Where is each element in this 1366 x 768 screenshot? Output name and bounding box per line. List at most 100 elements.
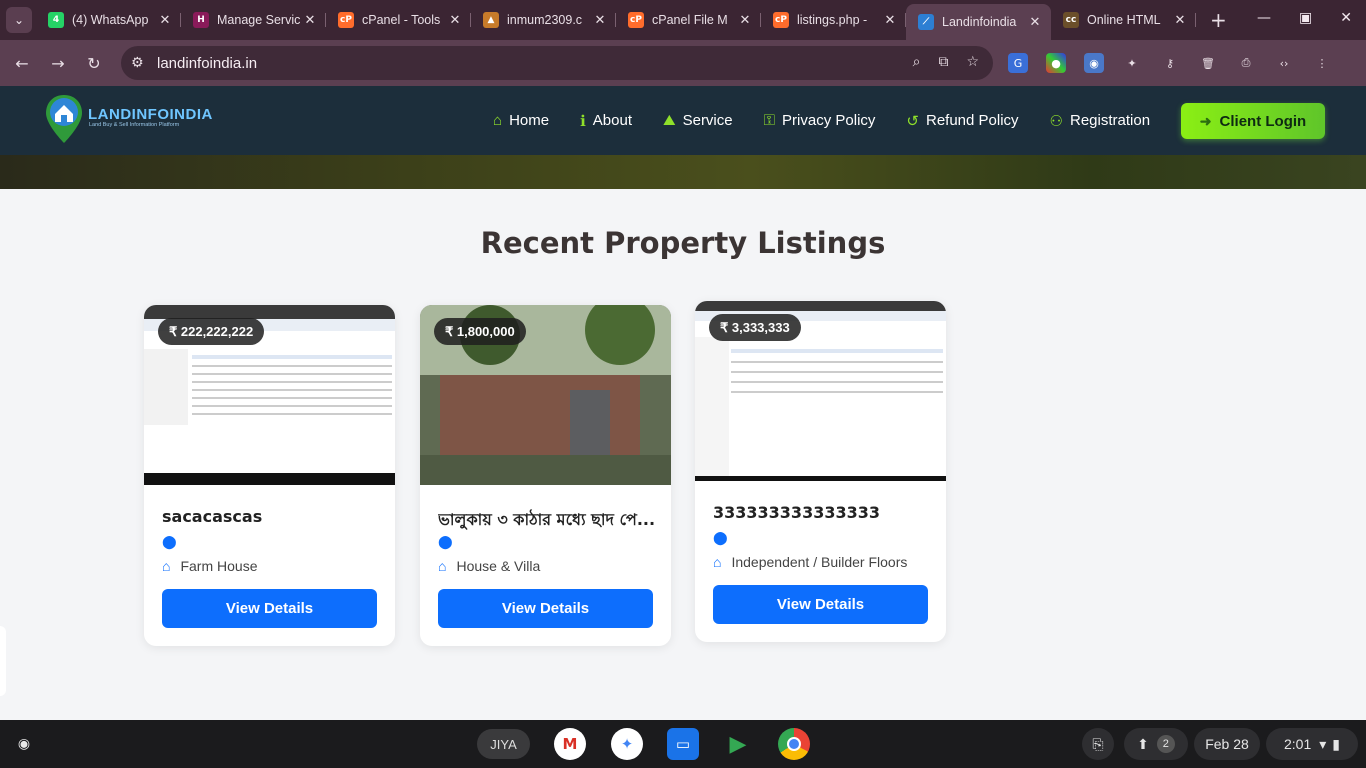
tab-title: Online HTML <box>1087 13 1161 27</box>
tab-close-icon[interactable]: ✕ <box>302 13 318 28</box>
listing-title[interactable]: 333333333333333 <box>713 503 933 522</box>
undo-icon: ↺ <box>906 112 919 130</box>
nav-item-refund-policy[interactable]: ↺ Refund Policy <box>906 112 1018 130</box>
tab-title: inmum2309.c <box>507 13 583 27</box>
trash-icon[interactable]: 🗑 <box>1198 53 1218 73</box>
minimize-icon[interactable]: — <box>1257 10 1271 26</box>
tab-favicon-icon: H <box>193 12 209 28</box>
screenshot-icon[interactable]: ◉ <box>1084 53 1104 73</box>
logo-icon[interactable] <box>44 93 84 145</box>
nav-item-service[interactable]: ⛰ Service <box>663 112 733 129</box>
nav-item-privacy-policy[interactable]: ⚿ Privacy Policy <box>764 112 876 129</box>
tab-favicon-icon: ▲ <box>483 12 499 28</box>
tab-favicon-icon: ⟋ <box>918 14 934 30</box>
tab-close-icon[interactable]: ✕ <box>1172 13 1188 28</box>
translate-icon[interactable]: G <box>1008 53 1028 73</box>
nav-item-label: Privacy Policy <box>782 112 876 129</box>
property-type-label: Farm House <box>180 558 258 574</box>
battery-icon: ▮ <box>1332 735 1340 752</box>
chrome-icon[interactable] <box>778 728 810 760</box>
home-icon: ⌂ <box>162 558 171 574</box>
listing-title[interactable]: ভালুকায় ৩ কাঠার মধ্যে ছাদ পে... <box>438 507 658 534</box>
price-badge: ₹ 1,800,000 <box>434 318 526 345</box>
logo-text[interactable]: LANDINFOINDIA <box>88 106 213 123</box>
client-login-button[interactable]: ➜ Client Login <box>1181 103 1325 139</box>
browser-tab[interactable]: cP cPanel File M ✕ <box>616 4 761 36</box>
print-icon[interactable]: ⎙ <box>1236 53 1256 73</box>
back-icon[interactable]: ← <box>4 54 40 73</box>
password-key-icon[interactable]: ⚷ <box>1160 53 1180 73</box>
forward-icon[interactable]: → <box>40 54 76 73</box>
nav-item-label: Home <box>509 112 550 129</box>
service-icon: ⛰ <box>662 112 676 129</box>
browser-tab[interactable]: 4 (4) WhatsApp ✕ <box>36 4 181 36</box>
login-icon: ➜ <box>1199 112 1212 129</box>
view-details-button[interactable]: View Details <box>713 585 928 624</box>
tab-close-icon[interactable]: ✕ <box>592 13 608 28</box>
side-widget-tab[interactable] <box>0 626 6 696</box>
browser-tab[interactable]: cc Online HTML ✕ <box>1051 4 1196 36</box>
tab-close-icon[interactable]: ✕ <box>157 13 173 28</box>
reload-icon[interactable]: ↻ <box>76 54 112 73</box>
bookmark-star-icon[interactable]: ☆ <box>966 54 979 70</box>
property-type: ⌂ Independent / Builder Floors <box>713 554 907 570</box>
location-pin-icon: ⬤ <box>713 531 728 546</box>
listing-title[interactable]: sacacascas <box>162 507 382 526</box>
date-tray[interactable]: Feb 28 <box>1194 728 1260 760</box>
extensions-icon[interactable]: ✦ <box>1122 53 1142 73</box>
color-picker-icon[interactable]: ● <box>1046 53 1066 73</box>
nav-item-label: Registration <box>1070 112 1151 129</box>
close-window-icon[interactable]: ✕ <box>1340 10 1352 26</box>
main-menu: ⌂ Home ℹ About ⛰ Service ⚿ Privacy Policy ↺ Refun… <box>493 86 1181 155</box>
code-icon[interactable]: ‹› <box>1274 53 1294 73</box>
tab-close-icon[interactable]: ✕ <box>1027 15 1043 30</box>
browser-tab[interactable]: H Manage Servic ✕ <box>181 4 326 36</box>
browser-tab[interactable]: ⟋ Landinfoindia ✕ <box>906 4 1051 40</box>
gemini-icon[interactable]: ✦ <box>611 728 643 760</box>
new-tab-button[interactable]: + <box>1210 8 1227 32</box>
site-info-icon[interactable]: ⚙ <box>131 55 155 71</box>
address-bar[interactable]: ⚙ landinfoindia.in ⌕ ⧉ ☆ <box>121 46 993 80</box>
browser-tab[interactable]: cP listings.php - ✕ <box>761 4 906 36</box>
menu-kebab-icon[interactable]: ⋮ <box>1312 53 1332 73</box>
play-store-icon[interactable]: ▶ <box>722 728 754 760</box>
user-shield-icon: ⚿ <box>763 112 776 129</box>
gmail-icon[interactable]: M <box>554 728 586 760</box>
files-icon[interactable]: ▭ <box>667 728 699 760</box>
notification-count: 2 <box>1156 735 1175 753</box>
status-tray[interactable]: 2:01 ▾ ▮ <box>1266 728 1358 760</box>
tab-close-icon[interactable]: ✕ <box>447 13 463 28</box>
maximize-icon[interactable]: ▣ <box>1299 10 1312 26</box>
zoom-icon[interactable]: ⌕ <box>913 54 921 70</box>
view-details-button[interactable]: View Details <box>162 589 377 628</box>
tab-favicon-icon: cc <box>1063 12 1079 28</box>
tab-favicon-icon: cP <box>338 12 354 28</box>
browser-toolbar: ← → ↻ ⚙ landinfoindia.in ⌕ ⧉ ☆ G ● ◉ ✦ ⚷… <box>0 40 1366 86</box>
notifications-tray[interactable]: ⬆ 2 <box>1124 728 1188 760</box>
tabs: 4 (4) WhatsApp ✕ H Manage Servic ✕ cP cPanel - … <box>36 0 1196 40</box>
holding-space-icon[interactable]: ⎘ <box>1082 728 1114 760</box>
property-type: ⌂ Farm House <box>162 558 258 574</box>
website-viewport: LANDINFOINDIA Land Buy & Sell Informatio… <box>0 86 1366 720</box>
property-type: ⌂ House & Villa <box>438 558 540 574</box>
view-details-button[interactable]: View Details <box>438 589 653 628</box>
price-badge: ₹ 3,333,333 <box>709 314 801 341</box>
desk-button[interactable]: JIYA <box>477 729 530 759</box>
extensions: G ● ◉ ✦ ⚷ 🗑 ⎙ ‹› ⋮ <box>1008 53 1332 73</box>
hero-banner-strip <box>0 155 1366 189</box>
tab-search-button[interactable]: ⌄ <box>6 7 32 33</box>
nav-item-label: Service <box>682 112 733 129</box>
nav-item-home[interactable]: ⌂ Home <box>493 112 549 129</box>
tab-close-icon[interactable]: ✕ <box>882 13 898 28</box>
browser-tab[interactable]: ▲ inmum2309.c ✕ <box>471 4 616 36</box>
browser-tab[interactable]: cP cPanel - Tools ✕ <box>326 4 471 36</box>
install-icon[interactable]: ⧉ <box>938 54 948 70</box>
home-icon: ⌂ <box>493 112 503 129</box>
user-plus-icon: ⚇ <box>1049 112 1063 130</box>
tab-close-icon[interactable]: ✕ <box>737 13 753 28</box>
nav-item-about[interactable]: ℹ About <box>580 112 632 130</box>
window-controls: — ▣ ✕ <box>1257 10 1352 26</box>
launcher-icon[interactable]: ◉ <box>10 732 38 756</box>
nav-item-registration[interactable]: ⚇ Registration <box>1050 112 1151 130</box>
url-text[interactable]: landinfoindia.in <box>157 55 257 72</box>
